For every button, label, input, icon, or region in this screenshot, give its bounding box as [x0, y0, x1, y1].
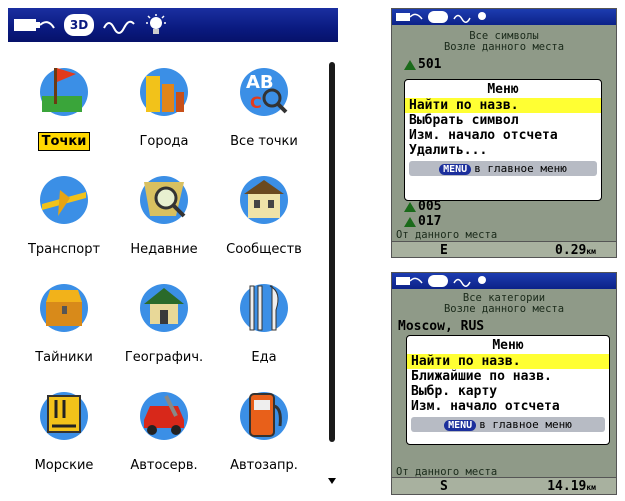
scrollbar[interactable] — [328, 46, 336, 486]
header-line-2: Возле данного места — [443, 41, 565, 53]
battery-cable-icon — [14, 19, 55, 31]
menu-item-select-symbol[interactable]: Выбрать символ — [405, 113, 601, 128]
direction-value: E — [440, 243, 448, 258]
signal-wave-icon — [103, 20, 135, 34]
direction-value: S — [440, 479, 448, 494]
context-menu: Меню Найти по назв. Выбрать символ Изм. … — [404, 79, 602, 201]
context-menu: Меню Найти по назв. Ближайшие по назв. В… — [406, 335, 610, 445]
svg-text:C: C — [250, 93, 262, 112]
geographic-house-icon — [140, 284, 188, 332]
community-house-icon — [240, 176, 288, 224]
category-label: Автосерв. — [130, 458, 198, 473]
recent-map-magnifier-icon — [140, 176, 188, 224]
menu-item-nearest-by-name[interactable]: Ближайшие по назв. — [407, 369, 609, 384]
category-label: Сообществ — [226, 242, 302, 257]
menu-title: Меню — [487, 82, 519, 97]
category-label: Еда — [251, 350, 277, 365]
distance-value: 14.19км — [547, 479, 596, 494]
distance-bar: S 14.19км — [392, 477, 616, 494]
menu-item-select-map[interactable]: Выбр. карту — [407, 384, 609, 399]
category-label: Все точки — [230, 134, 298, 149]
list-item[interactable]: 501 — [404, 57, 441, 72]
category-marine[interactable]: Морские — [14, 378, 114, 478]
category-label: Тайники — [35, 350, 93, 365]
category-recent[interactable]: Недавние — [114, 162, 214, 262]
category-geographic[interactable]: Географич. — [114, 270, 214, 370]
category-label: Географич. — [124, 350, 204, 365]
category-all-points[interactable]: AB C Все точки — [214, 54, 314, 154]
category-label: Точки — [37, 132, 91, 151]
menu-key-icon[interactable]: MENU — [439, 164, 472, 175]
menu-footer: MENU в главное меню — [411, 417, 605, 432]
menu-key-icon[interactable]: MENU — [444, 420, 477, 431]
category-food[interactable]: Еда — [214, 270, 314, 370]
airplane-icon — [40, 176, 88, 224]
category-community[interactable]: Сообществ — [214, 162, 314, 262]
backlight-bulb-icon — [146, 14, 166, 34]
category-transport[interactable]: Транспорт — [14, 162, 114, 262]
scrollbar-thumb[interactable] — [329, 62, 335, 442]
category-label: Недавние — [130, 242, 198, 257]
distance-bar: E 0.29км — [392, 241, 616, 258]
marine-icon — [40, 392, 88, 440]
menu-item-find-by-name[interactable]: Найти по назв. — [407, 354, 609, 369]
city-buildings-icon — [140, 68, 188, 116]
fuel-pump-icon — [240, 392, 288, 440]
category-geocaches[interactable]: Тайники — [14, 270, 114, 370]
status-bar: 3D — [8, 8, 338, 42]
category-auto-service[interactable]: Автосерв. — [114, 378, 214, 478]
menu-footer: MENU в главное меню — [409, 161, 597, 176]
category-fuel[interactable]: Автозапр. — [214, 378, 314, 478]
3d-gps-icon: 3D — [64, 14, 94, 36]
main-screen: 3D Точки Города AB C Все точки Транспорт… — [8, 8, 338, 493]
treasure-chest-icon — [40, 284, 88, 332]
list-item[interactable]: Moscow, RUS — [398, 319, 484, 334]
list-item[interactable]: 005 — [404, 199, 441, 214]
menu-item-find-by-name[interactable]: Найти по назв. — [405, 98, 601, 113]
waypoint-symbol-icon — [404, 201, 416, 212]
status-icons — [396, 11, 486, 23]
distance-value: 0.29км — [555, 243, 596, 258]
menu-item-change-reference[interactable]: Изм. начало отсчета — [405, 128, 601, 143]
distance-label: От данного места — [396, 229, 498, 241]
waypoint-flag-icon — [40, 68, 88, 116]
scroll-down-arrow-icon[interactable] — [328, 478, 336, 484]
list-item[interactable]: 017 — [404, 214, 441, 229]
category-label: Города — [139, 134, 189, 149]
category-label: Морские — [34, 458, 94, 473]
car-service-icon — [140, 392, 188, 440]
menu-title: Меню — [492, 338, 524, 353]
menu-item-delete[interactable]: Удалить... — [405, 143, 601, 158]
category-label: Автозапр. — [230, 458, 298, 473]
menu-item-change-reference[interactable]: Изм. начало отсчета — [407, 399, 609, 414]
categories-menu-screen: Все категории Возле данного места Moscow… — [391, 272, 617, 495]
waypoint-symbol-icon — [404, 216, 416, 227]
header-line-2: Возле данного места — [443, 303, 565, 315]
status-icons — [396, 275, 486, 287]
abc-magnifier-icon: AB C — [240, 68, 288, 116]
waypoint-symbol-icon — [404, 59, 416, 70]
category-waypoints[interactable]: Точки — [14, 54, 114, 154]
status-bar — [392, 273, 616, 289]
status-bar — [392, 9, 616, 25]
category-cities[interactable]: Города — [114, 54, 214, 154]
category-label: Транспорт — [27, 242, 101, 257]
fork-knife-icon — [240, 284, 288, 332]
waypoints-menu-screen: Все символы Возле данного места 501 Меню… — [391, 8, 617, 258]
